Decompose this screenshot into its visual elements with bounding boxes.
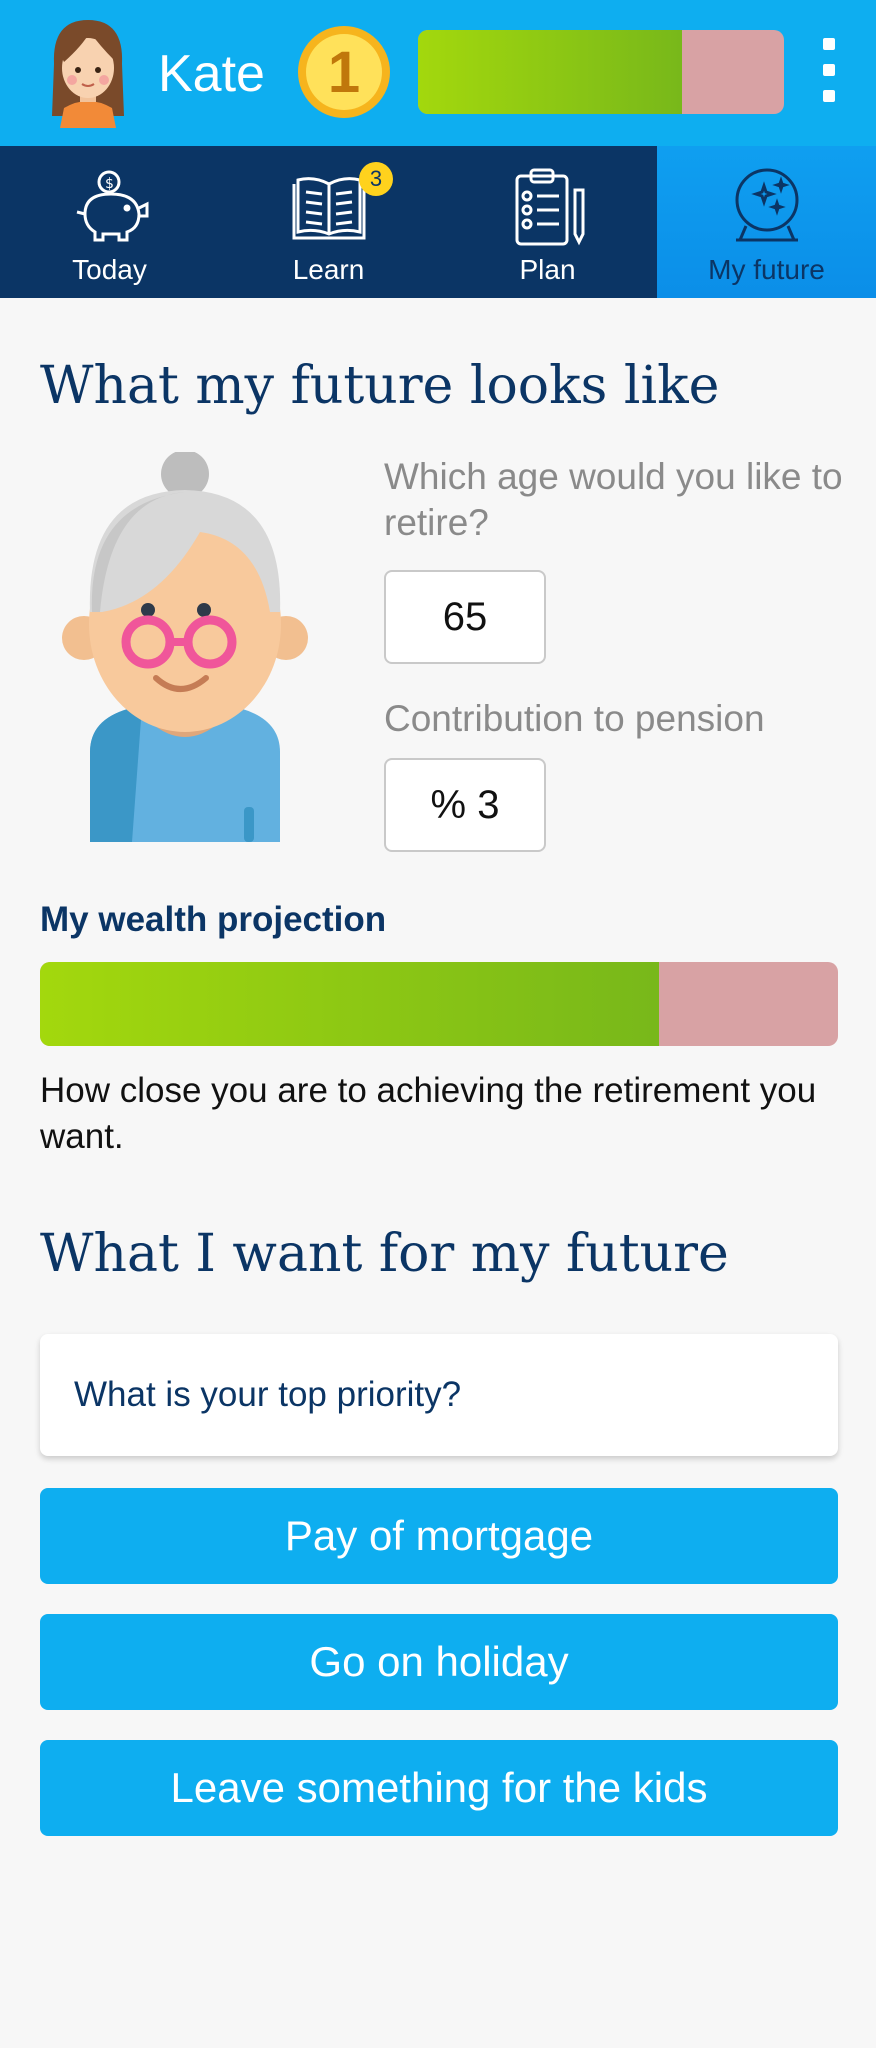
option-pay-mortgage-button[interactable]: Pay of mortgage [40, 1488, 838, 1584]
priority-prompt: What is your top priority? [40, 1334, 838, 1456]
wealth-projection-fill [40, 962, 660, 1046]
retire-age-input[interactable]: 65 [384, 570, 546, 664]
piggy-bank-icon: $ [76, 170, 148, 242]
top-progress-fill [418, 30, 682, 114]
tab-learn-label: Learn [292, 254, 365, 285]
retire-age-label: Which age would you like to retire? [384, 456, 843, 543]
contribution-label: Contribution to pension [384, 698, 765, 739]
tab-my-future[interactable]: My future [657, 146, 876, 298]
contribution-input[interactable]: % 3 [384, 758, 546, 852]
more-menu-icon[interactable] [812, 38, 846, 108]
tab-plan-label: Plan [519, 254, 576, 285]
elderly-avatar-illustration [62, 452, 308, 842]
top-bar: Kate 1 [0, 0, 876, 146]
tab-bar: $ Today 3 Learn Plan My future [0, 146, 876, 298]
username: Kate [158, 45, 265, 103]
wealth-projection-description: How close you are to achieving the retir… [40, 1071, 817, 1156]
crystal-ball-icon [735, 168, 798, 242]
wants-title: What I want for my future [40, 1224, 729, 1284]
tab-today[interactable]: $ Today [0, 146, 219, 298]
wealth-projection-title: My wealth projection [40, 900, 387, 939]
svg-text:$: $ [105, 176, 114, 192]
top-progress-bar [418, 30, 784, 114]
tab-plan[interactable]: Plan [438, 146, 657, 298]
option-leave-for-kids-button[interactable]: Leave something for the kids [40, 1740, 838, 1836]
tab-today-label: Today [72, 254, 147, 285]
future-title: What my future looks like [40, 356, 720, 416]
option-holiday-button[interactable]: Go on holiday [40, 1614, 838, 1710]
user-avatar[interactable] [44, 16, 132, 128]
tab-my-future-label: My future [708, 254, 825, 285]
level-number: 1 [327, 39, 361, 105]
learn-badge: 3 [359, 162, 393, 196]
clipboard-icon [515, 168, 584, 246]
wealth-projection-bar [40, 962, 838, 1046]
tab-learn[interactable]: 3 Learn [219, 146, 438, 298]
